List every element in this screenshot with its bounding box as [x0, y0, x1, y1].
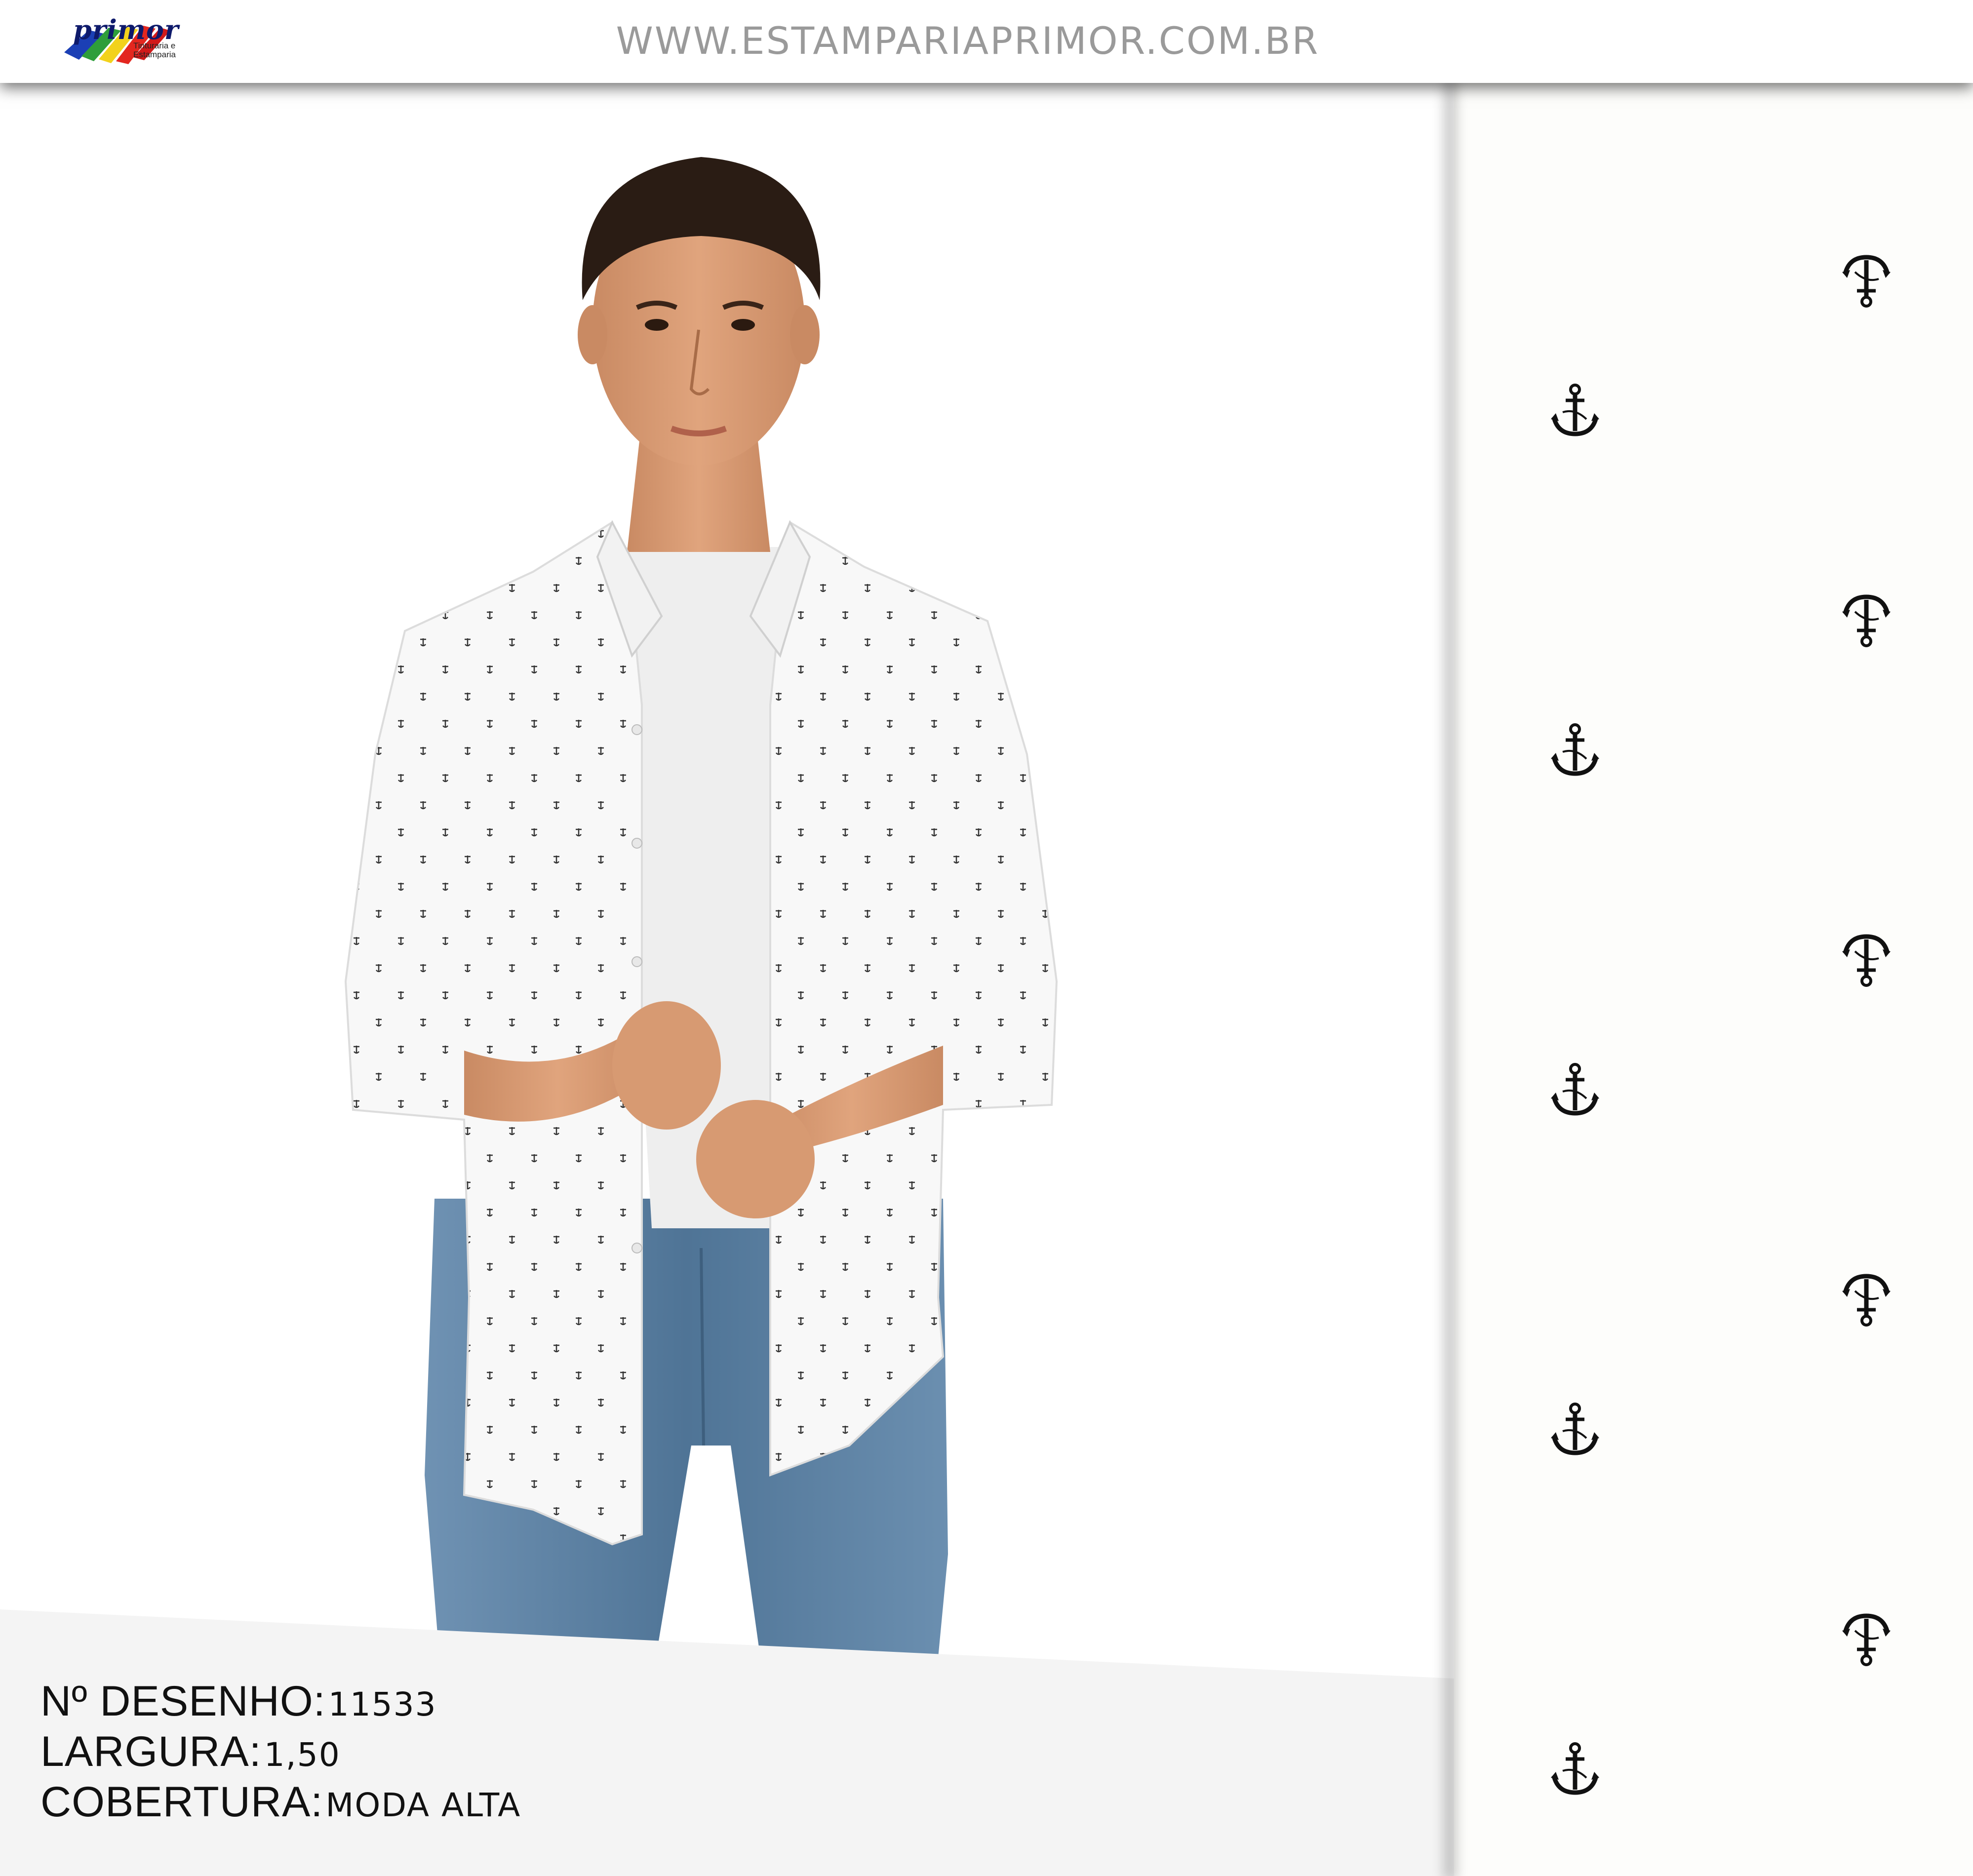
model-illustration: [344, 157, 1058, 1658]
site-url[interactable]: WWW.ESTAMPARIAPRIMOR.COM.BR: [573, 19, 1363, 63]
anchor-icon: [1839, 589, 1894, 648]
design-number-row: Nº DESENHO: 11533: [40, 1676, 521, 1726]
design-number-value: 11533: [328, 1685, 437, 1723]
anchor-icon: [1548, 383, 1602, 442]
anchor-icon: [1839, 1608, 1894, 1667]
model-photo-area: [0, 83, 1454, 1876]
width-row: LARGURA: 1,50: [40, 1726, 521, 1777]
pattern-swatch-panel: [1454, 83, 1973, 1876]
anchor-icon: [1548, 1062, 1602, 1121]
design-number-label: Nº DESENHO:: [40, 1678, 326, 1725]
anchor-icon: [1548, 1741, 1602, 1800]
width-label: LARGURA:: [40, 1728, 262, 1775]
anchor-icon: [1839, 249, 1894, 309]
anchor-icon: [1839, 1268, 1894, 1328]
anchor-icon: [1548, 1402, 1602, 1461]
anchor-icon: [1548, 722, 1602, 782]
site-header: primor Tinturaria e Estamparia WWW.ESTAM…: [0, 0, 1973, 83]
coverage-label: COBERTURA:: [40, 1778, 323, 1826]
coverage-row: COBERTURA: MODA ALTA: [40, 1777, 521, 1827]
model-photo: [257, 113, 1145, 1658]
logo-subtext: Tinturaria e Estamparia: [133, 41, 176, 59]
primor-logo[interactable]: primor Tinturaria e Estamparia: [59, 13, 188, 67]
anchor-icon: [1839, 929, 1894, 988]
design-info: Nº DESENHO: 11533 LARGURA: 1,50 COBERTUR…: [40, 1676, 521, 1827]
coverage-value: MODA ALTA: [325, 1786, 521, 1824]
width-value: 1,50: [264, 1736, 341, 1774]
